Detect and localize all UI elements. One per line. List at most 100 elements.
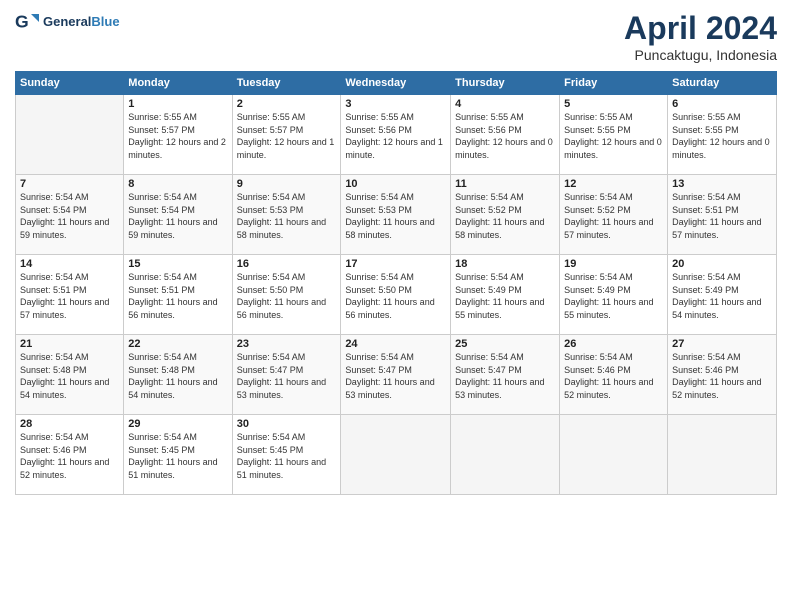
day-number: 14 [20, 258, 119, 270]
day-number: 27 [672, 338, 772, 350]
day-cell: 12Sunrise: 5:54 AMSunset: 5:52 PMDayligh… [560, 175, 668, 255]
day-info: Sunrise: 5:54 AMSunset: 5:47 PMDaylight:… [237, 351, 337, 401]
day-cell: 3Sunrise: 5:55 AMSunset: 5:56 PMDaylight… [341, 95, 451, 175]
day-cell [668, 415, 777, 495]
day-info: Sunrise: 5:54 AMSunset: 5:48 PMDaylight:… [128, 351, 227, 401]
day-info: Sunrise: 5:54 AMSunset: 5:49 PMDaylight:… [455, 271, 555, 321]
day-info: Sunrise: 5:55 AMSunset: 5:57 PMDaylight:… [128, 111, 227, 161]
day-number: 23 [237, 338, 337, 350]
day-cell: 14Sunrise: 5:54 AMSunset: 5:51 PMDayligh… [16, 255, 124, 335]
day-info: Sunrise: 5:54 AMSunset: 5:47 PMDaylight:… [345, 351, 446, 401]
day-number: 5 [564, 98, 663, 110]
col-header-wednesday: Wednesday [341, 72, 451, 95]
day-cell: 15Sunrise: 5:54 AMSunset: 5:51 PMDayligh… [124, 255, 232, 335]
col-header-thursday: Thursday [451, 72, 560, 95]
day-cell: 1Sunrise: 5:55 AMSunset: 5:57 PMDaylight… [124, 95, 232, 175]
day-cell [560, 415, 668, 495]
day-cell [451, 415, 560, 495]
week-row-2: 7Sunrise: 5:54 AMSunset: 5:54 PMDaylight… [16, 175, 777, 255]
day-cell: 13Sunrise: 5:54 AMSunset: 5:51 PMDayligh… [668, 175, 777, 255]
day-info: Sunrise: 5:54 AMSunset: 5:49 PMDaylight:… [672, 271, 772, 321]
col-header-saturday: Saturday [668, 72, 777, 95]
day-number: 15 [128, 258, 227, 270]
day-cell: 7Sunrise: 5:54 AMSunset: 5:54 PMDaylight… [16, 175, 124, 255]
day-number: 6 [672, 98, 772, 110]
main-container: G GeneralBlue April 2024 Puncaktugu, Ind… [0, 0, 792, 505]
day-info: Sunrise: 5:55 AMSunset: 5:57 PMDaylight:… [237, 111, 337, 161]
day-info: Sunrise: 5:54 AMSunset: 5:49 PMDaylight:… [564, 271, 663, 321]
day-number: 22 [128, 338, 227, 350]
day-info: Sunrise: 5:54 AMSunset: 5:51 PMDaylight:… [672, 191, 772, 241]
day-cell: 4Sunrise: 5:55 AMSunset: 5:56 PMDaylight… [451, 95, 560, 175]
week-row-5: 28Sunrise: 5:54 AMSunset: 5:46 PMDayligh… [16, 415, 777, 495]
day-cell: 5Sunrise: 5:55 AMSunset: 5:55 PMDaylight… [560, 95, 668, 175]
logo-blue-text: Blue [91, 14, 119, 29]
month-title: April 2024 [624, 10, 777, 47]
day-number: 13 [672, 178, 772, 190]
day-number: 3 [345, 98, 446, 110]
day-number: 20 [672, 258, 772, 270]
day-cell: 24Sunrise: 5:54 AMSunset: 5:47 PMDayligh… [341, 335, 451, 415]
week-row-1: 1Sunrise: 5:55 AMSunset: 5:57 PMDaylight… [16, 95, 777, 175]
day-info: Sunrise: 5:55 AMSunset: 5:55 PMDaylight:… [564, 111, 663, 161]
day-cell: 6Sunrise: 5:55 AMSunset: 5:55 PMDaylight… [668, 95, 777, 175]
calendar-table: SundayMondayTuesdayWednesdayThursdayFrid… [15, 71, 777, 495]
day-number: 4 [455, 98, 555, 110]
day-cell: 28Sunrise: 5:54 AMSunset: 5:46 PMDayligh… [16, 415, 124, 495]
day-number: 21 [20, 338, 119, 350]
day-info: Sunrise: 5:54 AMSunset: 5:53 PMDaylight:… [345, 191, 446, 241]
day-info: Sunrise: 5:54 AMSunset: 5:54 PMDaylight:… [128, 191, 227, 241]
day-info: Sunrise: 5:54 AMSunset: 5:54 PMDaylight:… [20, 191, 119, 241]
logo-icon: G [15, 10, 39, 34]
day-number: 9 [237, 178, 337, 190]
day-info: Sunrise: 5:54 AMSunset: 5:45 PMDaylight:… [237, 431, 337, 481]
day-info: Sunrise: 5:54 AMSunset: 5:50 PMDaylight:… [237, 271, 337, 321]
day-cell: 8Sunrise: 5:54 AMSunset: 5:54 PMDaylight… [124, 175, 232, 255]
col-header-tuesday: Tuesday [232, 72, 341, 95]
day-cell: 22Sunrise: 5:54 AMSunset: 5:48 PMDayligh… [124, 335, 232, 415]
day-cell [16, 95, 124, 175]
header-row: SundayMondayTuesdayWednesdayThursdayFrid… [16, 72, 777, 95]
day-cell: 25Sunrise: 5:54 AMSunset: 5:47 PMDayligh… [451, 335, 560, 415]
day-number: 29 [128, 418, 227, 430]
day-info: Sunrise: 5:54 AMSunset: 5:51 PMDaylight:… [128, 271, 227, 321]
day-number: 30 [237, 418, 337, 430]
svg-text:G: G [15, 12, 29, 32]
header: G GeneralBlue April 2024 Puncaktugu, Ind… [15, 10, 777, 63]
day-cell: 19Sunrise: 5:54 AMSunset: 5:49 PMDayligh… [560, 255, 668, 335]
day-cell: 21Sunrise: 5:54 AMSunset: 5:48 PMDayligh… [16, 335, 124, 415]
day-number: 1 [128, 98, 227, 110]
day-number: 2 [237, 98, 337, 110]
day-cell: 27Sunrise: 5:54 AMSunset: 5:46 PMDayligh… [668, 335, 777, 415]
day-info: Sunrise: 5:54 AMSunset: 5:46 PMDaylight:… [20, 431, 119, 481]
day-info: Sunrise: 5:54 AMSunset: 5:52 PMDaylight:… [564, 191, 663, 241]
day-info: Sunrise: 5:55 AMSunset: 5:56 PMDaylight:… [455, 111, 555, 161]
day-number: 18 [455, 258, 555, 270]
day-info: Sunrise: 5:54 AMSunset: 5:46 PMDaylight:… [672, 351, 772, 401]
day-info: Sunrise: 5:54 AMSunset: 5:45 PMDaylight:… [128, 431, 227, 481]
day-number: 26 [564, 338, 663, 350]
day-cell: 23Sunrise: 5:54 AMSunset: 5:47 PMDayligh… [232, 335, 341, 415]
day-cell: 26Sunrise: 5:54 AMSunset: 5:46 PMDayligh… [560, 335, 668, 415]
col-header-friday: Friday [560, 72, 668, 95]
day-info: Sunrise: 5:54 AMSunset: 5:51 PMDaylight:… [20, 271, 119, 321]
logo-general-text: General [43, 14, 91, 29]
day-cell: 30Sunrise: 5:54 AMSunset: 5:45 PMDayligh… [232, 415, 341, 495]
day-number: 28 [20, 418, 119, 430]
day-cell: 11Sunrise: 5:54 AMSunset: 5:52 PMDayligh… [451, 175, 560, 255]
subtitle: Puncaktugu, Indonesia [624, 47, 777, 63]
day-cell: 20Sunrise: 5:54 AMSunset: 5:49 PMDayligh… [668, 255, 777, 335]
day-number: 12 [564, 178, 663, 190]
day-cell: 10Sunrise: 5:54 AMSunset: 5:53 PMDayligh… [341, 175, 451, 255]
day-number: 25 [455, 338, 555, 350]
col-header-monday: Monday [124, 72, 232, 95]
day-cell: 9Sunrise: 5:54 AMSunset: 5:53 PMDaylight… [232, 175, 341, 255]
day-info: Sunrise: 5:54 AMSunset: 5:47 PMDaylight:… [455, 351, 555, 401]
logo: G GeneralBlue [15, 10, 120, 34]
day-cell: 17Sunrise: 5:54 AMSunset: 5:50 PMDayligh… [341, 255, 451, 335]
day-cell: 18Sunrise: 5:54 AMSunset: 5:49 PMDayligh… [451, 255, 560, 335]
week-row-4: 21 Sunrise: 5:54 AMSunset: 5:48 PMDayligh… [16, 335, 777, 415]
day-number: 7 [20, 178, 119, 190]
day-cell: 16Sunrise: 5:54 AMSunset: 5:50 PMDayligh… [232, 255, 341, 335]
day-info: Sunrise: 5:54 AMSunset: 5:50 PMDaylight:… [345, 271, 446, 321]
